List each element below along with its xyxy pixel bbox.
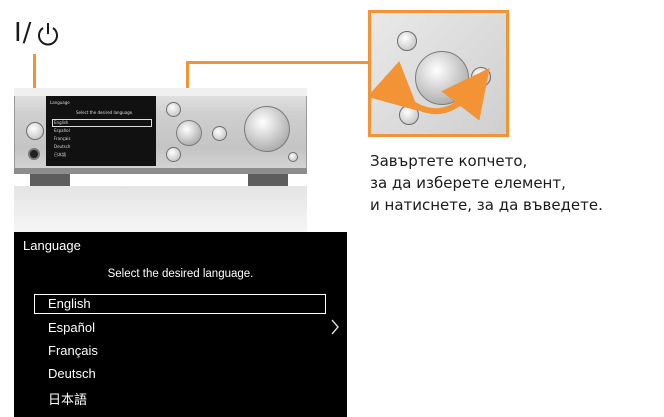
- mini-screen-item: Español: [54, 128, 70, 133]
- volume-knob[interactable]: [244, 106, 290, 152]
- language-screen: Language Select the desired language. En…: [14, 232, 347, 417]
- power-label: I/: [14, 18, 60, 48]
- mini-screen-item: Deutsch: [54, 144, 71, 149]
- mini-screen-selection: [52, 119, 152, 127]
- knob-zoom-inset: [368, 10, 509, 137]
- mini-screen-prompt: Select the desired language.: [76, 110, 134, 115]
- device-top-edge: [14, 88, 307, 96]
- mini-screen-item: 日本語: [54, 152, 66, 157]
- device-shadow: [14, 186, 307, 234]
- panel-indicator: [288, 152, 298, 162]
- rotate-arrow-icon: [371, 61, 490, 121]
- panel-button-bottom[interactable]: [166, 147, 181, 162]
- caption-line: Завъртете копчето,: [370, 152, 528, 170]
- power-standby-icon: [38, 22, 59, 45]
- language-option-japanese[interactable]: 日本語: [48, 389, 87, 408]
- power-label-text: I/: [14, 18, 33, 48]
- mini-screen-title: Language: [50, 100, 70, 105]
- panel-button-top[interactable]: [166, 102, 181, 117]
- power-button[interactable]: [26, 122, 44, 140]
- panel-button-right[interactable]: [212, 126, 227, 141]
- menu-knob[interactable]: [176, 120, 202, 146]
- language-option-francais[interactable]: Français: [48, 343, 98, 358]
- caption-line: и натиснете, за да въведете.: [370, 196, 603, 214]
- language-option-deutsch[interactable]: Deutsch: [48, 366, 96, 381]
- device-mini-screen: Language Select the desired language. En…: [46, 96, 156, 166]
- language-option-english[interactable]: English: [48, 296, 91, 311]
- headphone-jack: [28, 148, 40, 160]
- caption-line: за да изберете елемент,: [370, 174, 566, 192]
- language-title: Language: [23, 238, 81, 253]
- mini-screen-item: Français: [54, 136, 71, 141]
- language-option-espanol[interactable]: Español: [48, 320, 95, 335]
- instruction-caption: Завъртете копчето, за да изберете елемен…: [370, 150, 603, 216]
- device-foot-left: [30, 174, 70, 186]
- chevron-right-icon[interactable]: [330, 318, 340, 336]
- device-foot-right: [248, 174, 288, 186]
- language-prompt: Select the desired language.: [107, 268, 254, 280]
- knob-pointer-line-h: [186, 61, 369, 64]
